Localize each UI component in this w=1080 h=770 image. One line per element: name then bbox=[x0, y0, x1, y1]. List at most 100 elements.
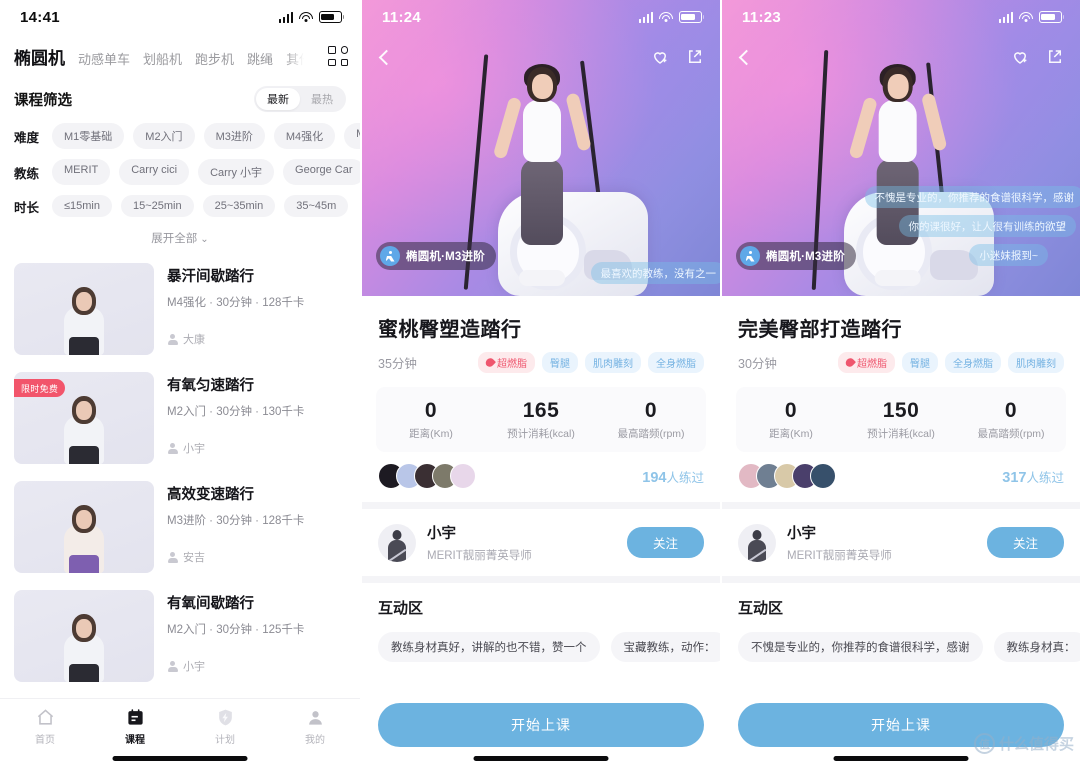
tab-profile[interactable]: 我的 bbox=[270, 706, 360, 746]
filter-chip-m3[interactable]: M3进阶 bbox=[203, 123, 265, 149]
grid-icon[interactable] bbox=[328, 46, 348, 66]
tab-course[interactable]: 课程 bbox=[90, 706, 180, 746]
watermark-text: 什么值得买 bbox=[998, 736, 1074, 753]
category-tab-1[interactable]: 动感单车 bbox=[78, 49, 130, 68]
course-card-3[interactable]: 有氧间歇踏行 M2入门 · 30分钟 · 125千卡 小宇 bbox=[14, 583, 346, 692]
section-divider bbox=[722, 576, 1080, 583]
coach-avatar bbox=[378, 523, 416, 562]
signal-icon bbox=[998, 11, 1013, 23]
interaction-title: 互动区 bbox=[378, 600, 424, 617]
bottom-tab-bar: 首页 课程 计划 我的 bbox=[0, 698, 360, 770]
course-card-0[interactable]: 暴汗间歇踏行 M4强化 · 30分钟 · 128千卡 大康 bbox=[14, 256, 346, 365]
home-indicator bbox=[112, 756, 248, 761]
signal-icon bbox=[278, 11, 293, 23]
coach-icon bbox=[167, 333, 178, 345]
filter-chip-d3[interactable]: 25~35min bbox=[202, 195, 276, 217]
coach-name: 小宇 bbox=[427, 526, 456, 542]
filter-chip-d2[interactable]: 15~25min bbox=[121, 195, 194, 217]
tag-0-label: 超燃脂 bbox=[497, 359, 527, 370]
coach-role: MERIT靓丽菁英导师 bbox=[787, 550, 892, 562]
tab-plan[interactable]: 计划 bbox=[180, 706, 270, 746]
course-duration: 30分钟 bbox=[738, 357, 777, 371]
course-card-2[interactable]: 高效变速踏行 M3进阶 · 30分钟 · 128千卡 安吉 bbox=[14, 474, 346, 583]
course-thumbnail bbox=[14, 263, 154, 355]
section-divider bbox=[362, 576, 720, 583]
category-tab-3[interactable]: 跑步机 bbox=[195, 49, 234, 68]
filter-chip-george[interactable]: George Car bbox=[283, 159, 360, 185]
hero-video[interactable]: 11:23 不愧是专业的，你推荐的食谱很科学，感谢 你的课很好，让人很有训练的欲… bbox=[722, 0, 1080, 296]
chevron-down-icon: ⌄ bbox=[200, 234, 209, 245]
filter-chip-m1[interactable]: M1零基础 bbox=[52, 123, 125, 149]
follow-button[interactable]: 关注 bbox=[986, 527, 1064, 558]
coach-row[interactable]: 小宇 MERIT靓丽菁英导师 关注 bbox=[722, 509, 1080, 576]
wifi-icon bbox=[299, 11, 313, 23]
wifi-icon bbox=[1019, 11, 1033, 23]
machine-level-label: 椭圆机·M3进阶 bbox=[766, 251, 845, 263]
status-icons bbox=[638, 11, 705, 23]
hero-video[interactable]: 11:24 最喜欢的教练，没有之一 椭圆机·M3进阶 bbox=[362, 0, 720, 296]
share-icon[interactable] bbox=[1046, 48, 1064, 66]
machine-level-badge: 椭圆机·M3进阶 bbox=[376, 242, 496, 270]
filter-chip-m4[interactable]: M4强化 bbox=[273, 123, 336, 149]
comment-chip-1[interactable]: 宝藏教练，动作： bbox=[610, 632, 720, 662]
category-tab-4[interactable]: 跳绳 bbox=[247, 49, 273, 68]
filter-chip-carrycici[interactable]: Carry cici bbox=[119, 159, 190, 185]
course-title: 有氧匀速踏行 bbox=[167, 378, 254, 394]
category-tab-0[interactable]: 椭圆机 bbox=[14, 44, 65, 69]
course-stats: 0 距离(Km) 165 预计消耗(kcal) 0 最高踏频(rpm) bbox=[376, 387, 706, 452]
battery-icon bbox=[1039, 11, 1065, 23]
favorite-icon[interactable] bbox=[1011, 48, 1029, 66]
watermark-mark: 值 bbox=[973, 733, 995, 754]
panel-course-detail-hip: 11:23 不愧是专业的，你推荐的食谱很科学，感谢 你的课很好，让人很有训练的欲… bbox=[720, 0, 1080, 770]
participants-row[interactable]: 317人练过 bbox=[722, 452, 1080, 502]
comment-chip-0[interactable]: 不愧是专业的，你推荐的食谱很科学，感谢 bbox=[738, 632, 983, 662]
detail-nav-bar bbox=[722, 42, 1080, 72]
course-thumbnail bbox=[14, 481, 154, 573]
course-list: 暴汗间歇踏行 M4强化 · 30分钟 · 128千卡 大康 限时免费 有氧匀速踏… bbox=[0, 256, 360, 749]
sort-newest-button[interactable]: 最新 bbox=[256, 88, 300, 110]
course-card-1[interactable]: 限时免费 有氧匀速踏行 M2入门 · 30分钟 · 130千卡 小宇 bbox=[14, 365, 346, 474]
stat-cadence: 0 最高踏频(rpm) bbox=[956, 399, 1066, 441]
favorite-icon[interactable] bbox=[651, 48, 669, 66]
follow-button[interactable]: 关注 bbox=[626, 527, 704, 558]
tag-0: 超燃脂 bbox=[478, 352, 535, 373]
share-icon[interactable] bbox=[686, 48, 704, 66]
filter-label-duration: 时长 bbox=[14, 200, 40, 215]
status-bar: 11:24 bbox=[362, 0, 720, 34]
stat-cadence-value: 0 bbox=[1004, 399, 1018, 422]
plan-icon bbox=[180, 706, 270, 728]
category-tab-2[interactable]: 划船机 bbox=[143, 49, 182, 68]
course-meta: M2入门 · 30分钟 · 130千卡 bbox=[167, 406, 305, 418]
filter-chip-d1[interactable]: ≤15min bbox=[52, 195, 112, 217]
expand-all-button[interactable]: 展开全部 ⌄ bbox=[0, 222, 360, 256]
comment-chip-0[interactable]: 教练身材真好，讲解的也不错，赞一个 bbox=[378, 632, 600, 662]
coach-row[interactable]: 小宇 MERIT靓丽菁英导师 关注 bbox=[362, 509, 720, 576]
filter-chip-m5[interactable]: M bbox=[344, 123, 360, 149]
coach-name: 小宇 bbox=[787, 526, 816, 542]
comment-chip-1[interactable]: 教练身材真： bbox=[993, 632, 1080, 662]
tag-3: 肌肉雕刻 bbox=[1008, 352, 1064, 373]
battery-icon bbox=[679, 11, 705, 23]
comment-chips: 教练身材真好，讲解的也不错，赞一个 宝藏教练，动作： bbox=[378, 632, 720, 662]
sort-toggle[interactable]: 最新 最热 bbox=[254, 86, 346, 112]
sort-hottest-button[interactable]: 最热 bbox=[300, 88, 344, 110]
start-class-button[interactable]: 开始上课 bbox=[378, 703, 704, 747]
filter-label-difficulty: 难度 bbox=[14, 130, 40, 145]
filter-chip-m2[interactable]: M2入门 bbox=[133, 123, 195, 149]
flame-icon bbox=[843, 356, 857, 369]
filter-chip-carryxiaoyu[interactable]: Carry 小宇 bbox=[198, 159, 275, 185]
back-arrow-icon[interactable] bbox=[378, 49, 395, 65]
participants-row[interactable]: 194人练过 bbox=[362, 452, 720, 502]
free-badge: 限时免费 bbox=[14, 379, 66, 397]
tab-home[interactable]: 首页 bbox=[0, 706, 90, 746]
course-meta: M3进阶 · 30分钟 · 128千卡 bbox=[167, 515, 305, 527]
tag-2: 肌肉雕刻 bbox=[585, 352, 641, 373]
back-arrow-icon[interactable] bbox=[738, 49, 755, 65]
status-bar: 11:23 bbox=[722, 0, 1080, 34]
filter-chip-d4[interactable]: 35~45m bbox=[284, 195, 349, 217]
stat-calories-label: 预计消耗(kcal) bbox=[507, 428, 575, 440]
course-coach: 小宇 bbox=[183, 443, 205, 455]
danmaku-layer: 不愧是专业的，你推荐的食谱很科学，感谢 你的课很好，让人很有训练的欲望 小迷妹报… bbox=[864, 186, 1080, 266]
filter-chip-merit[interactable]: MERIT bbox=[52, 159, 111, 185]
filter-header: 课程筛选 最新 最热 bbox=[0, 74, 360, 118]
